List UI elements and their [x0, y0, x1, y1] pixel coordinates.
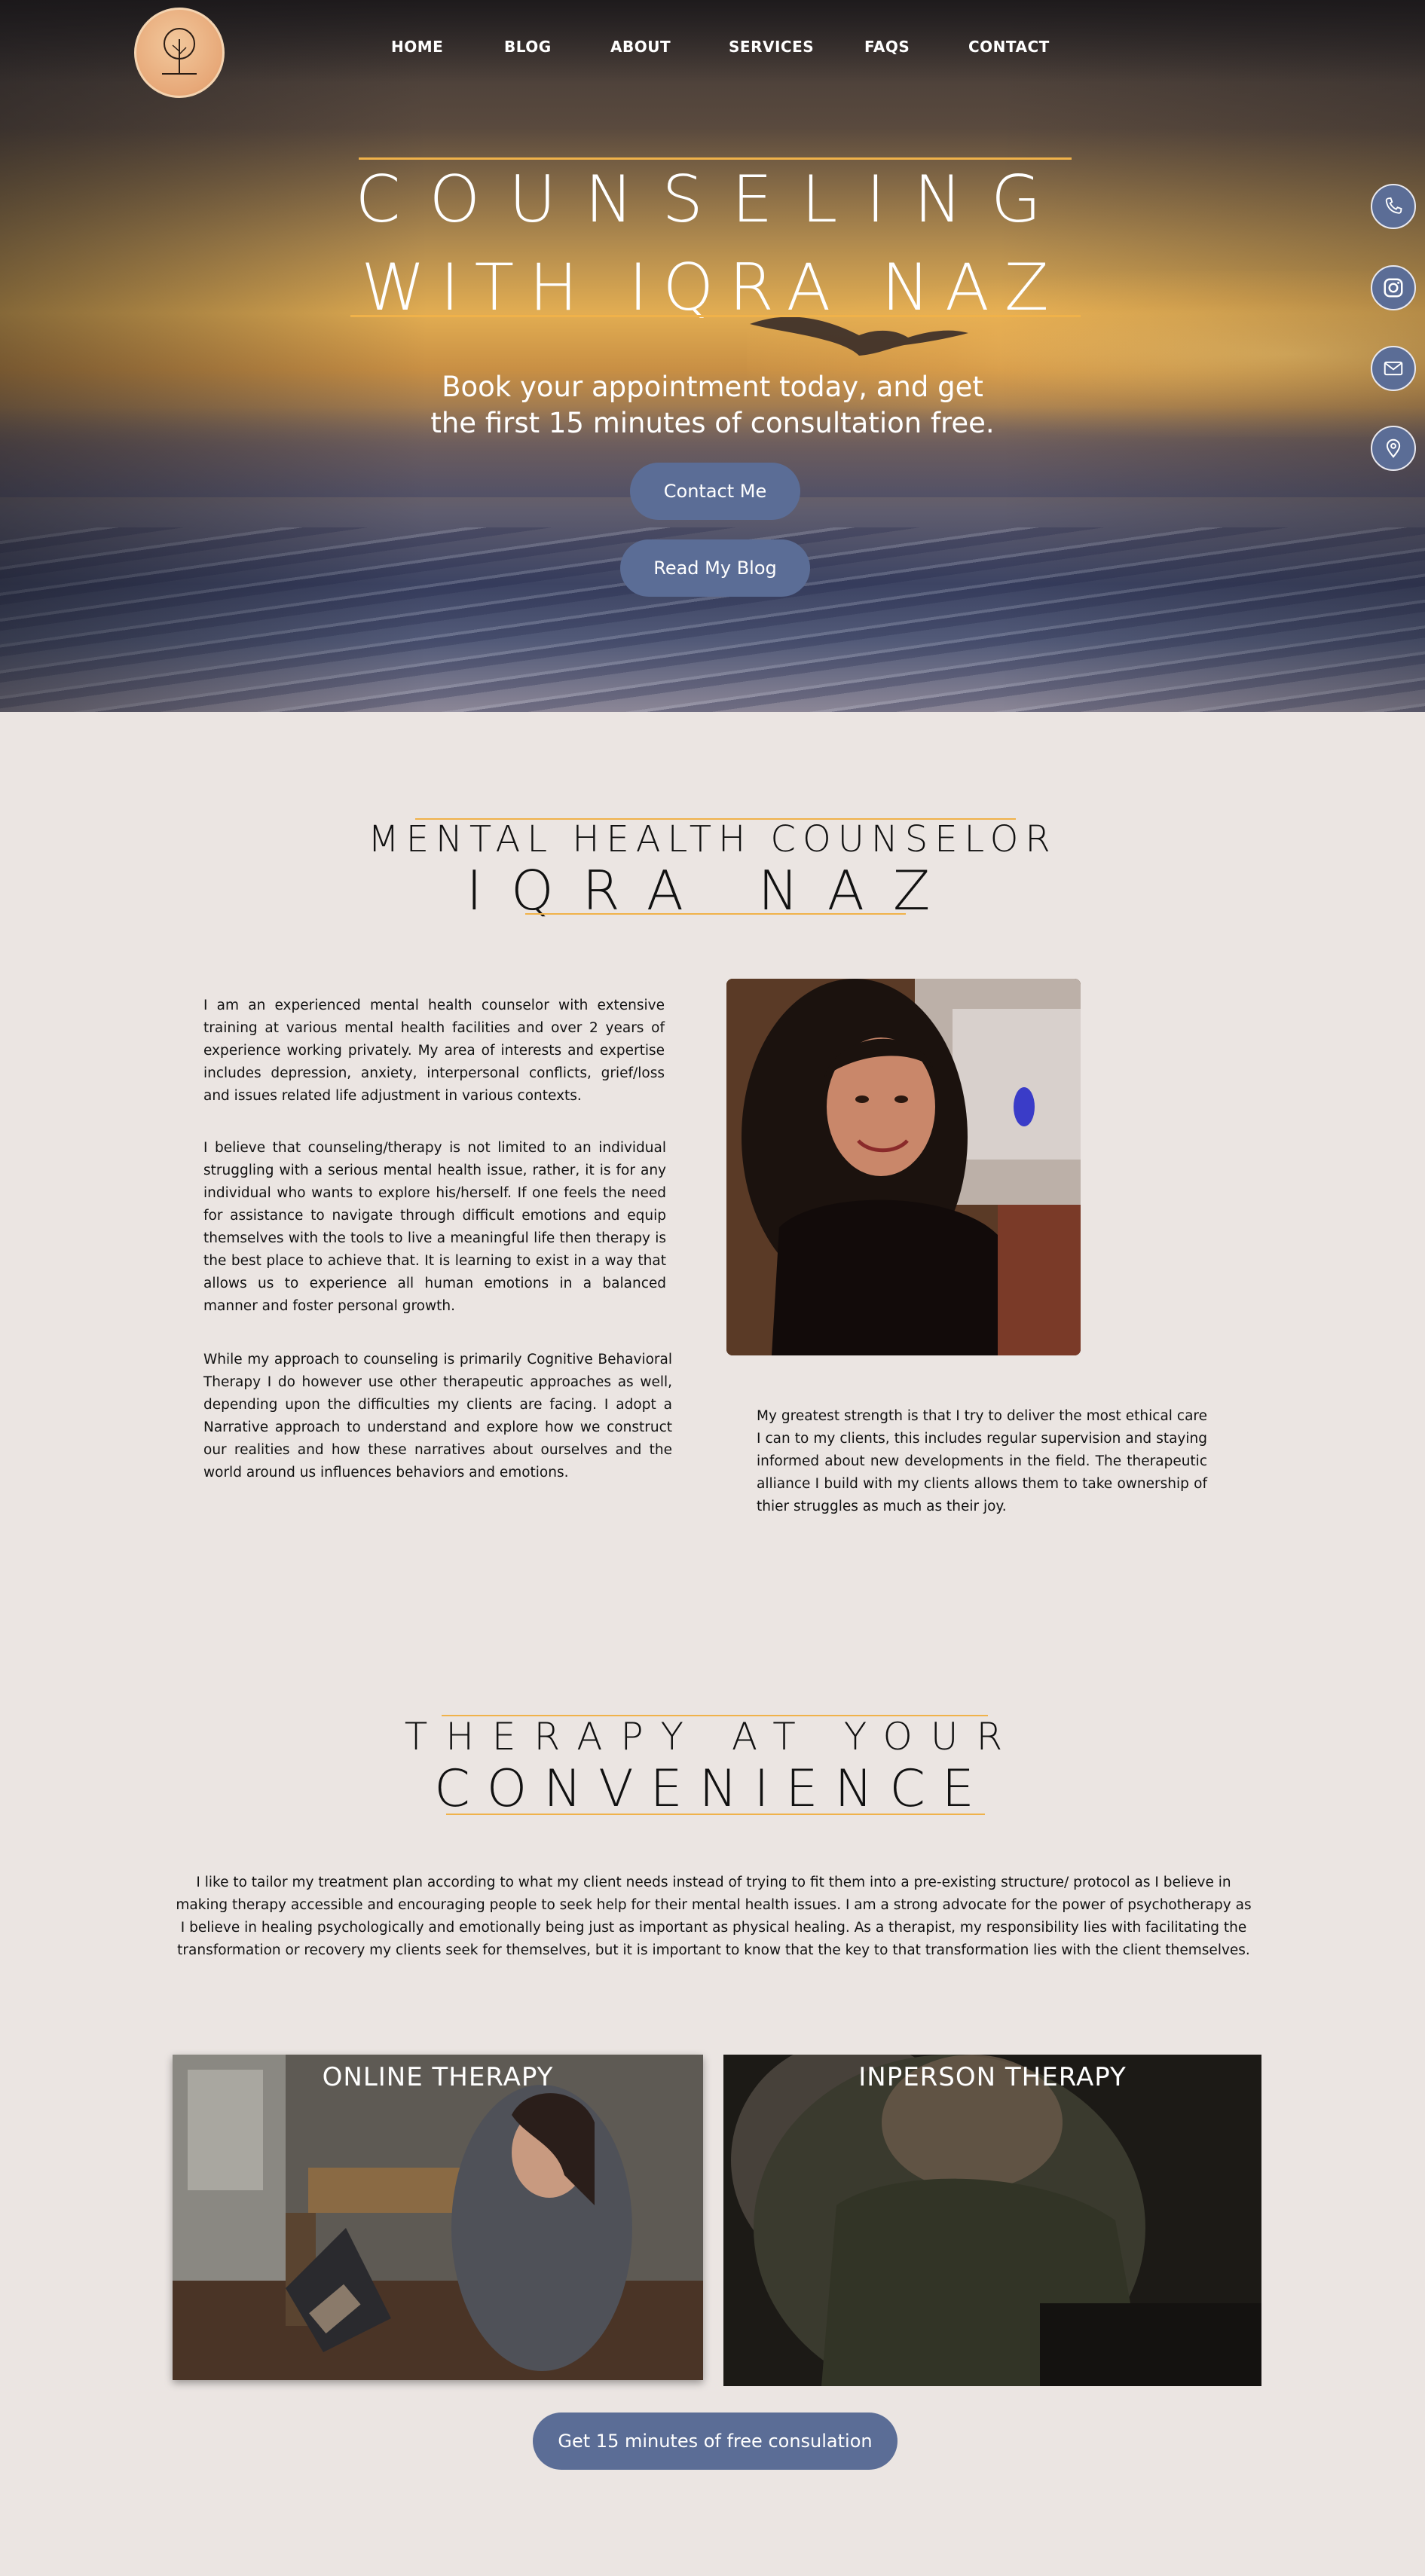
hero-vignette: [0, 0, 1425, 712]
therapy-description: I like to tailor my treatment plan accor…: [176, 1875, 1252, 1958]
hero-title-line2: WITH IQRA NAZ: [361, 250, 1064, 325]
inperson-therapy-photo: [723, 2055, 1261, 2386]
hero-subtitle: Book your appointment today, and get the…: [0, 369, 1425, 442]
inperson-therapy-card[interactable]: INPERSON THERAPY: [723, 2055, 1261, 2386]
about-paragraph-4: My greatest strength is that I try to de…: [757, 1408, 1207, 1514]
about-paragraph-1: I am an experienced mental health counse…: [203, 998, 665, 1104]
mail-icon: [1384, 361, 1403, 376]
nav-home[interactable]: HOME: [391, 38, 443, 56]
hero-subtitle-line2: the first 15 minutes of consultation fre…: [430, 407, 995, 439]
hero-subtitle-line1: Book your appointment today, and get: [442, 371, 983, 403]
nav-about[interactable]: ABOUT: [610, 38, 671, 56]
counselor-portrait: [726, 979, 1081, 1355]
mail-button[interactable]: [1371, 346, 1416, 391]
instagram-icon: [1384, 278, 1403, 298]
location-icon: [1386, 439, 1401, 458]
therapy-bottom-rule: [446, 1814, 985, 1815]
free-consultation-button[interactable]: Get 15 minutes of free consulation: [533, 2413, 898, 2470]
online-therapy-card[interactable]: ONLINE THERAPY: [173, 2055, 703, 2380]
portrait-illustration: [726, 979, 1081, 1355]
tree-icon: [162, 28, 197, 75]
title-top-rule: [359, 157, 1072, 160]
phone-icon: [1385, 197, 1402, 214]
about-paragraph-2: I believe that counseling/therapy is not…: [203, 1140, 666, 1314]
online-therapy-title: ONLINE THERAPY: [322, 2062, 554, 2092]
nav-services[interactable]: SERVICES: [729, 38, 814, 56]
tree-logo[interactable]: [134, 8, 225, 98]
about-paragraph-3: While my approach to counseling is prima…: [203, 1352, 672, 1481]
nav-contact[interactable]: CONTACT: [968, 38, 1050, 56]
nav-faqs[interactable]: FAQS: [864, 38, 910, 56]
instagram-button[interactable]: [1371, 265, 1416, 310]
contact-me-button[interactable]: Contact Me: [630, 463, 800, 520]
read-blog-button[interactable]: Read My Blog: [620, 539, 810, 597]
online-therapy-photo: [173, 2055, 703, 2380]
title-bottom-rule: [350, 315, 1081, 317]
inperson-therapy-title: INPERSON THERAPY: [858, 2062, 1127, 2092]
about-heading-small: MENTAL HEALTH COUNSELOR: [368, 818, 1057, 860]
hero-title-line1: COUNSELING: [355, 162, 1070, 237]
nav-blog[interactable]: BLOG: [504, 38, 552, 56]
about-bottom-rule: [525, 913, 906, 915]
phone-button[interactable]: [1371, 184, 1416, 229]
therapy-heading-line2: CONVENIENCE: [434, 1759, 991, 1819]
therapy-heading-line1: THERAPY AT YOUR: [404, 1715, 1021, 1759]
hero-section: HOME BLOG ABOUT SERVICES FAQS CONTACT CO…: [0, 0, 1425, 712]
location-button[interactable]: [1371, 426, 1416, 471]
